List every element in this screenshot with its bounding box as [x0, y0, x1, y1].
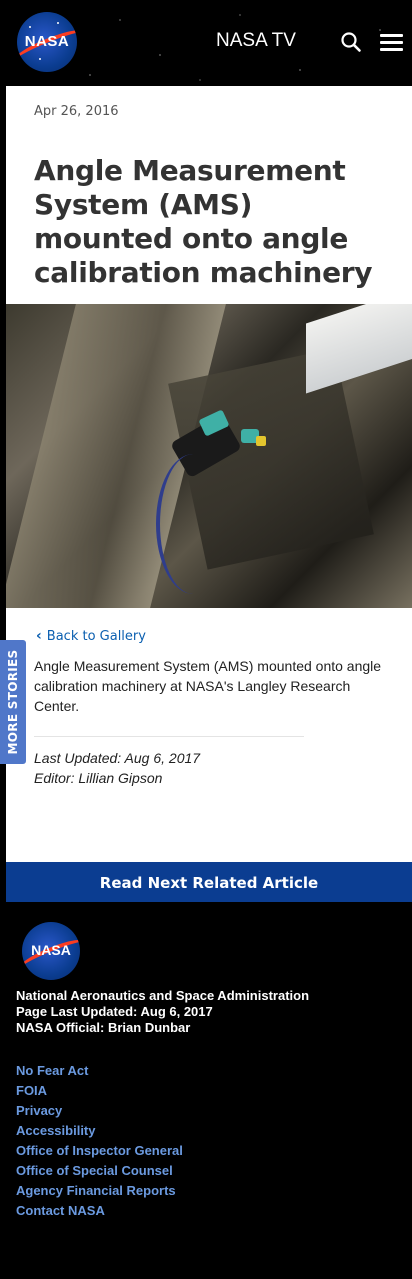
logo-star: [29, 26, 31, 28]
chevron-left-icon: ‹: [36, 628, 42, 644]
image-caption: Angle Measurement System (AMS) mounted o…: [34, 658, 382, 714]
agency-name: National Aeronautics and Space Administr…: [16, 988, 310, 1003]
nasa-logo[interactable]: NASA: [17, 12, 77, 72]
nasa-official: NASA Official: Brian Dunbar: [16, 1020, 191, 1035]
footer-link-accessibility[interactable]: Accessibility: [16, 1123, 96, 1138]
search-icon[interactable]: [340, 31, 362, 53]
footer-link-special-counsel[interactable]: Office of Special Counsel: [16, 1163, 173, 1178]
hamburger-menu-icon[interactable]: [380, 34, 403, 52]
editor: Editor: Lillian Gipson: [34, 770, 163, 786]
article-content: Apr 26, 2016 Angle Measurement System (A…: [6, 86, 412, 862]
page-last-updated: Page Last Updated: Aug 6, 2017: [16, 1004, 213, 1019]
logo-wordmark: NASA: [31, 942, 71, 958]
article-date: Apr 26, 2016: [34, 104, 119, 119]
footer-link-foia[interactable]: FOIA: [16, 1083, 47, 1098]
more-stories-tab[interactable]: MORE STORIES: [0, 640, 26, 764]
footer-link-privacy[interactable]: Privacy: [16, 1103, 62, 1118]
footer-link-contact-nasa[interactable]: Contact NASA: [16, 1203, 105, 1218]
footer-info: National Aeronautics and Space Administr…: [16, 988, 309, 1036]
footer-nasa-logo[interactable]: NASA: [22, 922, 80, 980]
read-next-related-article-button[interactable]: Read Next Related Article: [6, 862, 412, 902]
footer-link-no-fear-act[interactable]: No Fear Act: [16, 1063, 88, 1078]
article-meta: Last Updated: Aug 6, 2017 Editor: Lillia…: [34, 748, 200, 788]
divider: [34, 736, 304, 737]
article-title: Angle Measurement System (AMS) mounted o…: [34, 154, 373, 289]
back-to-gallery-label: Back to Gallery: [46, 629, 146, 644]
footer-links: No Fear Act FOIA Privacy Accessibility O…: [16, 1060, 183, 1220]
footer-link-inspector-general[interactable]: Office of Inspector General: [16, 1143, 183, 1158]
logo-star: [57, 22, 59, 24]
logo-wordmark: NASA: [24, 33, 70, 50]
site-footer: NASA National Aeronautics and Space Admi…: [6, 902, 412, 1279]
footer-link-financial-reports[interactable]: Agency Financial Reports: [16, 1183, 176, 1198]
site-header: NASA NASA TV: [0, 0, 412, 86]
more-stories-label: MORE STORIES: [6, 649, 20, 755]
article-image: [6, 304, 412, 608]
nasa-tv-link[interactable]: NASA TV: [216, 30, 296, 52]
back-to-gallery-link[interactable]: ‹ Back to Gallery: [36, 628, 146, 644]
last-updated: Last Updated: Aug 6, 2017: [34, 750, 201, 766]
